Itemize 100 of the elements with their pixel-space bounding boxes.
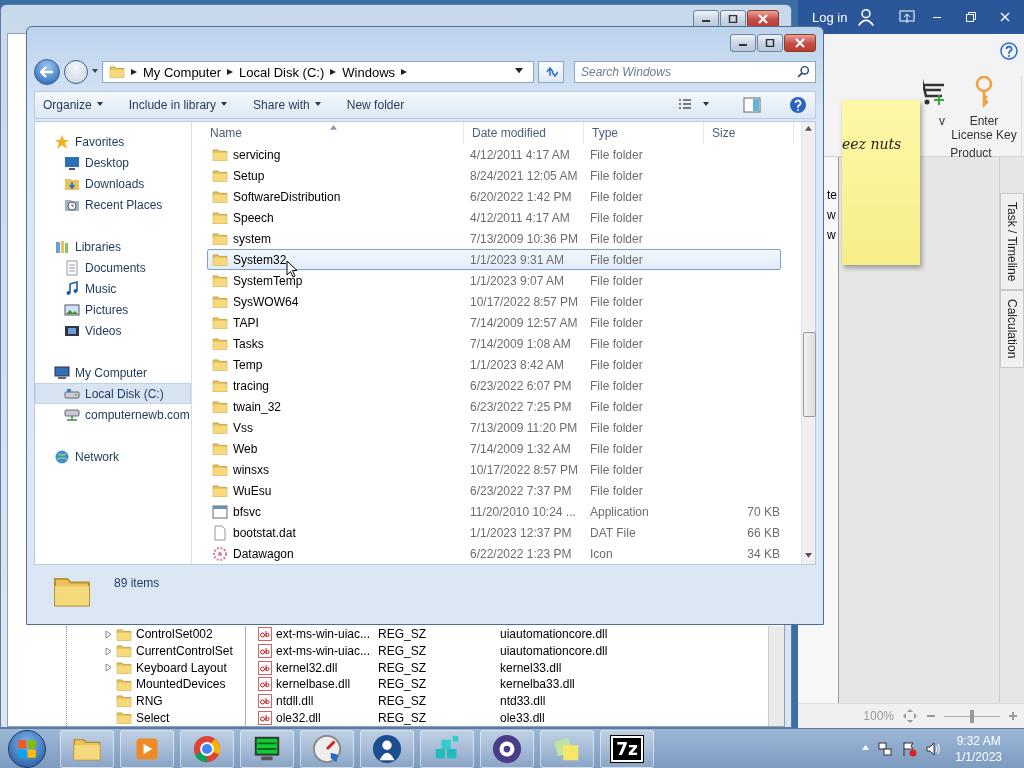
scrollbar-thumb[interactable] [803,332,816,417]
file-row[interactable]: System32 1/1/2023 9:31 AM File folder [207,249,781,270]
scrollbar[interactable] [768,626,784,726]
folder-icon [212,357,228,372]
forward-button[interactable] [64,60,88,84]
value-type: REG_SZ [378,677,427,692]
file-row[interactable]: winsxs 10/17/2022 8:57 PM File folder [207,459,781,480]
file-type: File folder [590,378,644,393]
start-button[interactable] [8,729,46,768]
file-row[interactable]: Setup 8/24/2021 12:05 AM File folder [207,165,781,186]
side-tab[interactable]: Task / Timeline [1000,193,1024,291]
folder-icon [116,710,132,725]
value-name: kernelbase.dll [276,677,352,692]
nav-item[interactable]: Pictures [35,299,191,320]
scrollbar[interactable] [801,122,815,564]
file-type: File folder [590,294,644,309]
nav-item[interactable]: Local Disk (C:) [35,383,191,404]
file-row[interactable]: tracing 6/23/2022 6:07 PM File folder [207,375,781,396]
side-tab[interactable]: Calculation [1000,290,1024,368]
nav-item[interactable]: Desktop [35,152,191,173]
tree-item[interactable]: Keyboard Layout [136,660,227,675]
taskbar-button[interactable] [240,729,294,768]
toolbar-button[interactable]: Include in library [128,98,228,112]
search-field[interactable]: Search Windows [574,61,816,83]
file-row[interactable]: Vss 7/13/2009 11:20 PM File folder [207,417,781,438]
file-row[interactable]: SystemTemp 1/1/2023 9:07 AM File folder [207,270,781,291]
value-data: uiautomationcore.dll [500,644,609,658]
scroll-down-icon [805,553,812,560]
file-row[interactable]: twain_32 6/23/2022 7:25 PM File folder [207,396,781,417]
zoom-level: 100% [863,709,894,723]
file-row[interactable]: Datawagon 6/22/2022 1:23 PM Icon 34 KB [207,543,781,564]
network-drive-icon [64,406,80,423]
breadcrumb[interactable]: Local Disk (C:) [239,64,325,80]
nav-item[interactable]: My Computer [35,362,191,383]
nav-item[interactable]: Recent Places [35,194,191,215]
folder-icon [212,462,228,477]
file-name: bootstat.dat [233,525,296,540]
toolbar-button[interactable]: Share with [253,98,321,112]
file-row[interactable]: TAPI 7/14/2009 12:57 AM File folder [207,312,781,333]
nav-item[interactable]: Downloads [35,173,191,194]
nav-item[interactable]: computernewb.com [35,404,191,425]
file-row[interactable]: bootstat.dat 1/1/2023 12:37 PM DAT File 66 KB [207,522,781,543]
file-row[interactable]: system 7/13/2009 10:36 PM File folder [207,228,781,249]
tree-item[interactable]: ControlSet002 [136,627,213,642]
breadcrumb[interactable]: My Computer [143,64,222,80]
file-row[interactable]: Speech 4/12/2011 4:17 AM File folder [207,207,781,228]
slider-thumb[interactable] [970,709,974,723]
file-row[interactable]: SoftwareDistribution 6/20/2022 1:42 PM File folder [207,186,781,207]
value-type: REG_SZ [378,660,427,675]
taskbar-button[interactable] [480,729,534,768]
folder-icon [212,231,228,246]
file-name: Datawagon [233,546,294,561]
toolbar-button[interactable]: Organize [43,98,103,112]
file-row[interactable]: bfsvc 11/20/2010 10:24 ... Application 70 KB [207,501,781,522]
close-button[interactable] [784,34,816,52]
file-row[interactable]: servicing 4/12/2011 4:17 AM File folder [207,144,781,165]
file-name: Vss [233,420,253,435]
item-count: 89 items [114,576,160,590]
file-row[interactable]: Temp 1/1/2023 8:42 AM File folder [207,354,781,375]
toolbar-button[interactable]: New folder [346,98,405,112]
globe-icon [54,448,70,465]
program-window-icon [212,503,228,520]
nav-item[interactable]: Music [35,278,191,299]
file-name: Speech [233,210,274,225]
breadcrumb[interactable]: Windows [342,64,396,80]
back-button[interactable] [34,59,60,85]
tree-item[interactable]: MountedDevices [136,677,226,692]
nav-item[interactable]: Favorites [35,131,191,152]
group-label: Product [950,146,992,160]
address-bar[interactable]: My Computer Local Disk (C:) Windows [102,61,534,83]
taskbar-button[interactable] [300,729,354,768]
close-icon [757,14,769,24]
file-row[interactable]: Web 7/14/2009 1:32 AM File folder [207,438,781,459]
maximize-button[interactable] [757,34,783,52]
tree-item[interactable]: Select [136,710,170,725]
file-date: 4/12/2011 4:17 AM [470,147,571,162]
string-value-icon [258,660,272,675]
tree-item[interactable]: CurrentControlSet [136,644,233,658]
tree-item[interactable]: RNG [136,694,163,708]
folder-icon [212,168,228,183]
nav-item[interactable]: Network [35,446,191,467]
cart-button[interactable]: v [923,76,945,128]
file-date: 8/24/2021 12:05 AM [470,168,579,183]
value-name: ext-ms-win-uiac... [276,644,371,658]
taskbar-button[interactable] [360,729,414,768]
note-text: eez nuts [842,136,903,152]
login-link[interactable]: Log in [812,9,848,25]
nav-item[interactable]: Documents [35,257,191,278]
file-row[interactable]: Tasks 7/14/2009 1:08 AM File folder [207,333,781,354]
help-icon[interactable] [1000,42,1018,60]
nav-item[interactable]: Videos [35,320,191,341]
move-icon [902,708,918,724]
minimize-button[interactable] [730,34,756,52]
panel-text: te [826,187,838,204]
refresh-button[interactable] [538,61,564,83]
license-key-button[interactable]: Enter License Key [949,76,1019,142]
taskbar-button[interactable]: 7z [600,729,654,768]
file-row[interactable]: SysWOW64 10/17/2022 8:57 PM File folder [207,291,781,312]
file-row[interactable]: WuEsu 6/23/2022 7:37 PM File folder [207,480,781,501]
nav-item[interactable]: Libraries [35,236,191,257]
